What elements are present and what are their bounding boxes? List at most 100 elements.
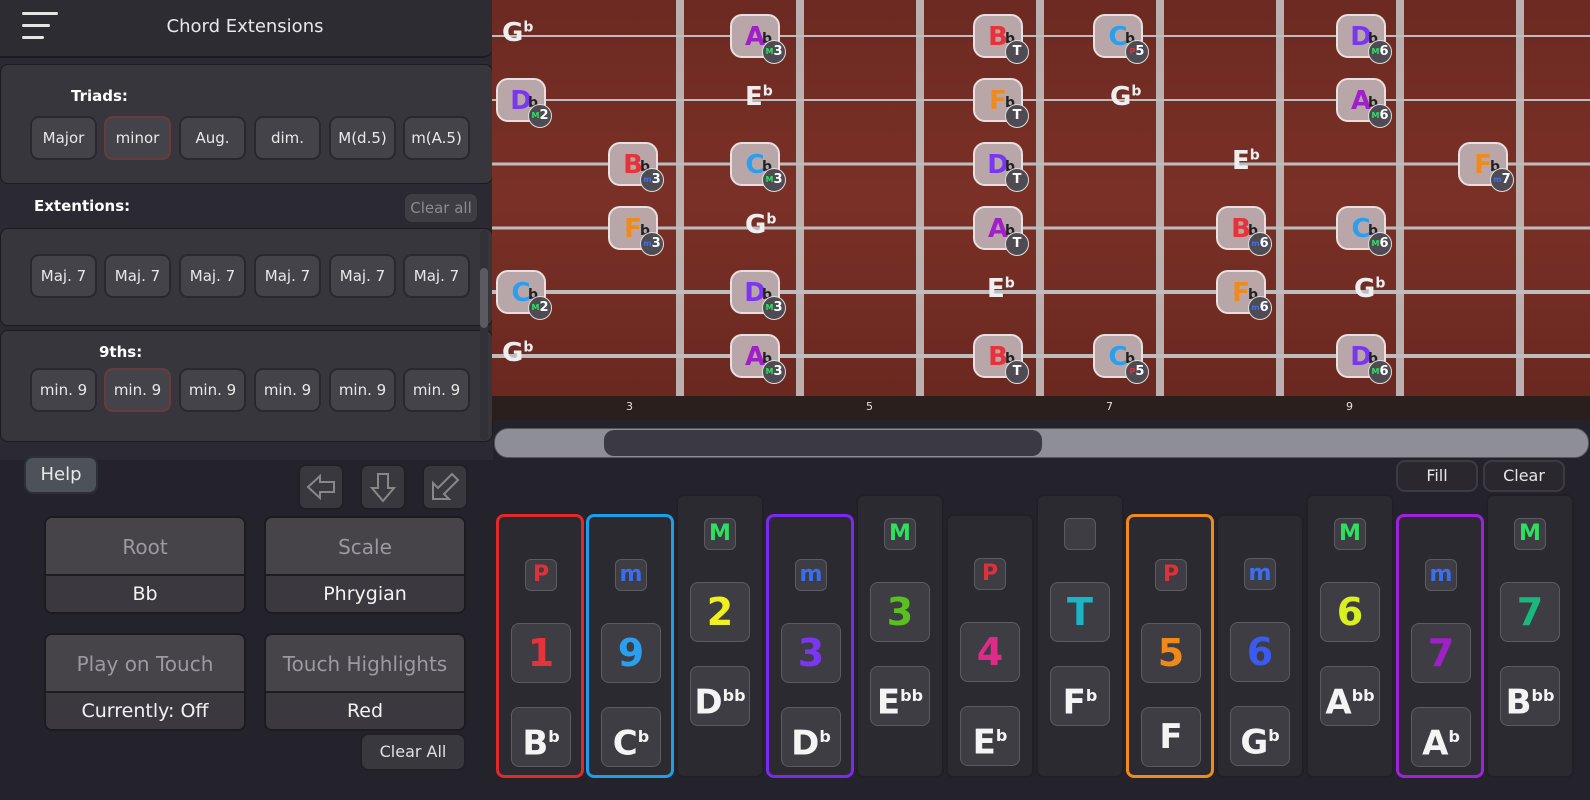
ninth-button[interactable]: min. 9: [403, 368, 470, 412]
degree-quality-toggle[interactable]: m: [795, 559, 827, 591]
degree-number[interactable]: 2: [690, 582, 750, 642]
fill-button[interactable]: Fill: [1396, 460, 1478, 492]
fret-note-c-flat[interactable]: Cb P5: [1093, 14, 1149, 64]
degree-quality-toggle[interactable]: P: [525, 559, 557, 591]
fret-plain-note[interactable]: Gb: [502, 338, 533, 368]
seventh-button[interactable]: Maj. 7: [179, 254, 246, 298]
fret-plain-note[interactable]: Gb: [1354, 274, 1385, 304]
degree-note-name[interactable]: F: [1141, 707, 1201, 767]
degree-note-name[interactable]: Eb: [960, 706, 1020, 766]
degree-quality-toggle[interactable]: m: [1244, 558, 1276, 590]
fret-plain-note[interactable]: Gb: [1110, 82, 1141, 112]
degree-note-name[interactable]: Dbb: [690, 666, 750, 726]
degree-note-name[interactable]: Ebb: [870, 666, 930, 726]
fret-note-f-flat[interactable]: Fb m3: [608, 206, 664, 256]
extensions-scroll-thumb[interactable]: [480, 268, 488, 328]
ninth-button[interactable]: min. 9: [329, 368, 396, 412]
degree-number[interactable]: 7: [1500, 582, 1560, 642]
ninth-button[interactable]: min. 9: [179, 368, 246, 412]
left-arrow-button[interactable]: [298, 464, 344, 510]
degree-number[interactable]: 5: [1141, 623, 1201, 683]
degree-note-name[interactable]: Cb: [601, 707, 661, 767]
degree-note-name[interactable]: Db: [781, 707, 841, 767]
degree-number[interactable]: 3: [870, 582, 930, 642]
degree-quality-toggle[interactable]: m: [1425, 559, 1457, 591]
degree-column-8[interactable]: P 5 F: [1126, 514, 1214, 778]
degree-quality-toggle[interactable]: M: [1334, 518, 1366, 550]
seventh-button[interactable]: Maj. 7: [104, 254, 171, 298]
fret-note-c-flat[interactable]: Cb M6: [1336, 206, 1392, 256]
degree-column-2[interactable]: m 9 Cb: [586, 514, 674, 778]
scale-selector[interactable]: Scale Phrygian: [264, 516, 466, 614]
fret-note-c-flat[interactable]: Cb M2: [496, 270, 552, 320]
degree-quality-toggle[interactable]: M: [704, 518, 736, 550]
degree-quality-toggle[interactable]: M: [884, 518, 916, 550]
fret-plain-note[interactable]: Eb: [745, 82, 773, 112]
degree-column-9[interactable]: m 6 Gb: [1216, 514, 1304, 778]
degree-number[interactable]: 4: [960, 622, 1020, 682]
degree-column-10[interactable]: M 6 Abb: [1306, 494, 1394, 778]
fret-note-a-flat[interactable]: Ab M3: [730, 14, 786, 64]
seventh-button[interactable]: Maj. 7: [329, 254, 396, 298]
ninth-button[interactable]: min. 9: [30, 368, 97, 412]
degree-column-7[interactable]: T Fb: [1036, 494, 1124, 778]
menu-icon[interactable]: [22, 12, 58, 42]
degree-column-1[interactable]: P 1 Bb: [496, 514, 584, 778]
fret-note-f-flat[interactable]: Fb m6: [1216, 270, 1272, 320]
degree-number[interactable]: 9: [601, 623, 661, 683]
fret-plain-note[interactable]: Gb: [745, 210, 776, 240]
ninth-button[interactable]: min. 9: [104, 368, 171, 412]
triad-ma5-button[interactable]: m(A.5): [403, 116, 470, 160]
seventh-button[interactable]: Maj. 7: [30, 254, 97, 298]
clear-button[interactable]: Clear: [1483, 460, 1565, 492]
fret-note-d-flat[interactable]: Db M6: [1336, 14, 1392, 64]
degree-note-name[interactable]: Bb: [511, 707, 571, 767]
fret-note-d-flat[interactable]: Db M2: [496, 78, 552, 128]
degree-quality-toggle[interactable]: m: [615, 559, 647, 591]
triad-minor-button[interactable]: minor: [104, 116, 171, 160]
ninth-button[interactable]: min. 9: [254, 368, 321, 412]
degree-number[interactable]: 6: [1230, 622, 1290, 682]
fret-note-f-flat[interactable]: Fb m7: [1458, 142, 1514, 192]
fret-note-a-flat[interactable]: Ab M3: [730, 334, 786, 384]
degree-quality-toggle[interactable]: P: [974, 558, 1006, 590]
clear-all-extensions-button[interactable]: Clear all: [405, 194, 477, 222]
degree-number[interactable]: T: [1050, 582, 1110, 642]
triad-major-button[interactable]: Major: [30, 116, 97, 160]
degree-note-name[interactable]: Abb: [1320, 666, 1380, 726]
degree-number[interactable]: 3: [781, 623, 841, 683]
fret-note-a-flat[interactable]: AbT: [973, 206, 1029, 256]
degree-quality-toggle[interactable]: [1064, 518, 1096, 550]
root-selector[interactable]: Root Bb: [44, 516, 246, 614]
fret-note-c-flat[interactable]: Cb M3: [730, 142, 786, 192]
degree-note-name[interactable]: Bbb: [1500, 666, 1560, 726]
fret-note-b-flat[interactable]: BbT: [973, 334, 1029, 384]
seventh-button[interactable]: Maj. 7: [254, 254, 321, 298]
fret-plain-note[interactable]: Gb: [502, 18, 533, 48]
seventh-button[interactable]: Maj. 7: [403, 254, 470, 298]
fret-note-b-flat[interactable]: Bb m6: [1216, 206, 1272, 256]
fret-note-d-flat[interactable]: Db M6: [1336, 334, 1392, 384]
triad-dim-button[interactable]: dim.: [254, 116, 321, 160]
fret-plain-note[interactable]: Eb: [987, 274, 1015, 304]
fret-note-f-flat[interactable]: FbT: [973, 78, 1029, 128]
diagonal-arrow-button[interactable]: [422, 464, 468, 510]
degree-note-name[interactable]: Ab: [1411, 707, 1471, 767]
degree-column-3[interactable]: M 2 Dbb: [676, 494, 764, 778]
play-on-touch-toggle[interactable]: Play on Touch Currently: Off: [44, 633, 246, 731]
degree-note-name[interactable]: Fb: [1050, 666, 1110, 726]
extensions-scrollbar[interactable]: [480, 230, 488, 440]
degree-quality-toggle[interactable]: M: [1514, 518, 1546, 550]
fret-note-d-flat[interactable]: DbT: [973, 142, 1029, 192]
fret-note-c-flat[interactable]: Cb P5: [1093, 334, 1149, 384]
degree-number[interactable]: 6: [1320, 582, 1380, 642]
fretboard[interactable]: [492, 0, 1590, 396]
fret-note-b-flat[interactable]: Bb m3: [608, 142, 664, 192]
degree-column-12[interactable]: M 7 Bbb: [1486, 494, 1574, 778]
fret-plain-note[interactable]: Eb: [1232, 146, 1260, 176]
help-button[interactable]: Help: [24, 456, 98, 494]
triad-aug-button[interactable]: Aug.: [179, 116, 246, 160]
down-arrow-button[interactable]: [360, 464, 406, 510]
fret-note-d-flat[interactable]: Db M3: [730, 270, 786, 320]
triad-md5-button[interactable]: M(d.5): [329, 116, 396, 160]
